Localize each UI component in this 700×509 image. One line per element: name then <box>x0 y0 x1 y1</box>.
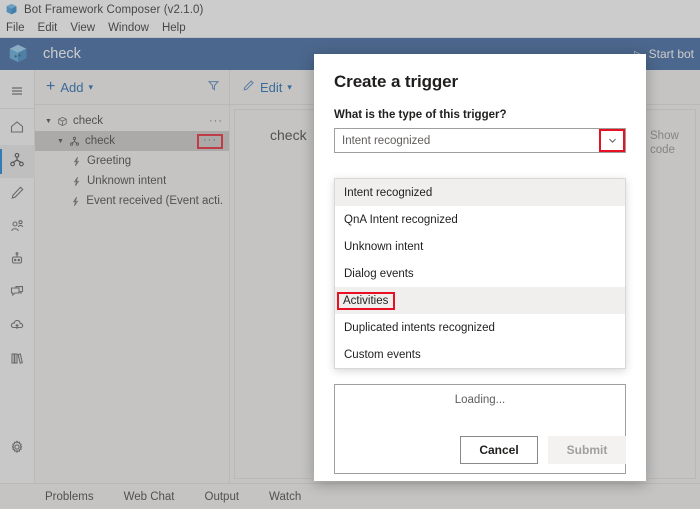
trigger-type-label: What is the type of this trigger? <box>334 109 507 121</box>
option-label: Dialog events <box>344 267 414 280</box>
option-label: Unknown intent <box>344 240 424 253</box>
option-label: Activities <box>336 291 396 310</box>
dropdown-option-qna-intent-recognized[interactable]: QnA Intent recognized <box>335 206 625 233</box>
chevron-down-icon[interactable] <box>599 129 625 152</box>
dialog-actions: Cancel Submit <box>460 436 626 464</box>
dialog-title: Create a trigger <box>334 72 459 91</box>
option-label: Duplicated intents recognized <box>344 321 495 334</box>
dropdown-option-duplicated-intents-recognized[interactable]: Duplicated intents recognized <box>335 314 625 341</box>
cancel-button[interactable]: Cancel <box>460 436 538 464</box>
create-trigger-dialog: Create a trigger What is the type of thi… <box>314 54 646 481</box>
submit-button[interactable]: Submit <box>548 436 626 464</box>
dropdown-option-custom-events[interactable]: Custom events <box>335 341 625 368</box>
dropdown-option-activities[interactable]: Activities <box>335 287 625 314</box>
dropdown-option-unknown-intent[interactable]: Unknown intent <box>335 233 625 260</box>
dropdown-option-intent-recognized[interactable]: Intent recognized <box>335 179 625 206</box>
option-label: Custom events <box>344 348 421 361</box>
combobox-value: Intent recognized <box>342 134 431 147</box>
dropdown-option-dialog-events[interactable]: Dialog events <box>335 260 625 287</box>
option-label: QnA Intent recognized <box>344 213 458 226</box>
option-label: Intent recognized <box>344 186 433 199</box>
trigger-type-dropdown-list[interactable]: Intent recognized QnA Intent recognized … <box>334 178 626 369</box>
trigger-type-combobox[interactable]: Intent recognized <box>334 128 626 153</box>
